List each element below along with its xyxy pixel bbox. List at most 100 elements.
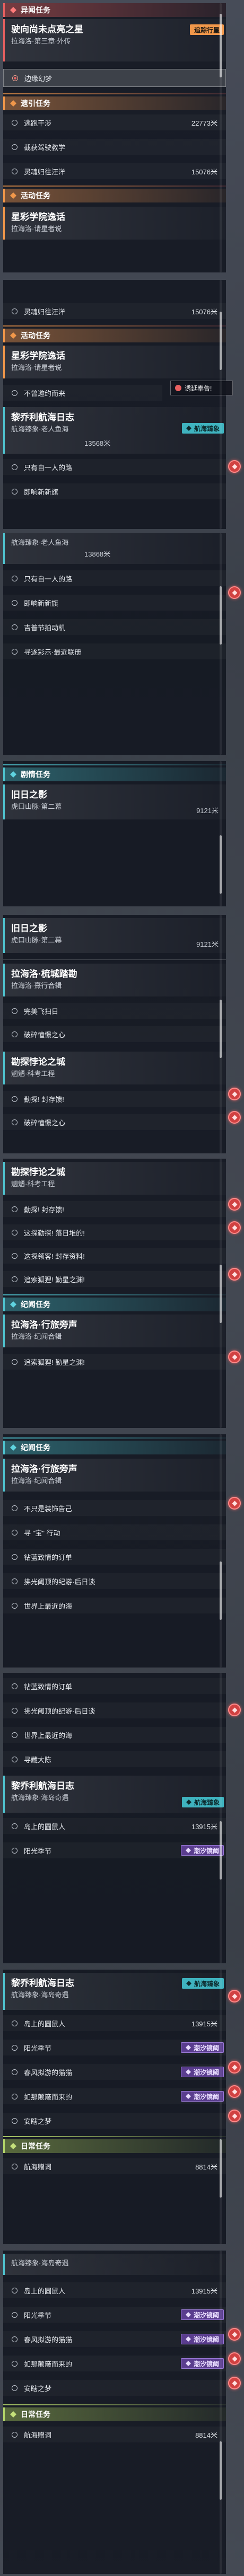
tide-realm-badge[interactable]: 潮汐镜阈 — [180, 2091, 224, 2102]
objective-marker-icon[interactable] — [228, 1198, 241, 1211]
objective-marker-icon[interactable] — [228, 2328, 241, 2341]
quest-step[interactable]: 钻蓝致情的订单 — [3, 1678, 226, 1694]
objective-marker-icon[interactable] — [228, 2377, 241, 2389]
quest-step[interactable]: 拂光阈顶的纪游·后日谈 — [3, 1702, 226, 1718]
quest-step[interactable]: 追索狐狸! 勤星之渊! — [3, 1271, 226, 1287]
quest-step[interactable]: 勤探! 封存馈! — [3, 1091, 226, 1107]
quest-step[interactable]: 拂光阈顶的纪游·后日谈 — [3, 1573, 226, 1589]
quest-card[interactable]: 旧日之影 虎口山脉·第二幕 9121米 — [3, 918, 226, 953]
scrollbar-thumb[interactable] — [220, 1562, 222, 1620]
quest-step[interactable]: 阳光季节 潮汐镜阈 — [3, 2040, 226, 2055]
quest-step[interactable]: 不只是装饰告己 — [3, 1500, 226, 1516]
objective-marker-icon[interactable] — [228, 1088, 241, 1100]
quest-step[interactable]: 如那颠簸而来的 潮汐镜阈 — [3, 2088, 226, 2104]
scrollbar[interactable] — [220, 1434, 222, 1668]
quest-step[interactable]: 只有自一人的路 — [3, 459, 226, 475]
quest-step[interactable]: 逃跑干涉 22773米 — [3, 114, 226, 130]
tide-realm-badge[interactable]: 潮汐镜阈 — [180, 2067, 224, 2077]
quest-step[interactable]: 岛上的圆鼠人 13915米 — [3, 2282, 226, 2298]
scrollbar-thumb[interactable] — [220, 14, 222, 77]
quest-step[interactable]: 这探领客! 封存资料! — [3, 1248, 226, 1264]
tide-realm-badge[interactable]: 潮汐镜阈 — [180, 2309, 224, 2320]
quest-card[interactable]: 拉海洛·行旅旁声 拉海洛·纪闻合辑 — [3, 1459, 226, 1492]
objective-marker-icon[interactable] — [228, 1111, 241, 1124]
quest-step[interactable]: 航海赠词 8814米 — [3, 2427, 226, 2442]
tracking-badge[interactable]: 追踪行星 — [189, 24, 224, 35]
quest-step[interactable]: 破碎憧憬之心 — [3, 1114, 226, 1130]
quest-card[interactable]: 旧日之影 虎口山脉·第二幕 9121米 — [3, 784, 226, 819]
scrollbar[interactable] — [220, 3, 222, 272]
scrollbar[interactable] — [220, 1970, 222, 2244]
section-header-activity[interactable]: 活动任务 — [3, 329, 226, 342]
scrollbar[interactable] — [220, 915, 222, 1153]
tide-realm-badge[interactable]: 潮汐镜阈 — [180, 2334, 224, 2344]
objective-marker-icon[interactable] — [228, 1221, 241, 1234]
quest-card[interactable]: 星彩学院逸话 拉海洛·请星者说 — [3, 207, 226, 240]
quest-step[interactable]: 勤探! 封存馈! — [3, 1201, 226, 1217]
section-header-daily[interactable]: 日常任务 — [3, 2139, 226, 2153]
quest-card[interactable]: 拉海洛·梳城踏勘 拉海洛·熹行合辑 — [3, 964, 226, 996]
objective-marker-icon[interactable] — [228, 1497, 241, 1510]
quest-step[interactable]: 只有自一人的路 — [3, 570, 226, 586]
tide-realm-badge[interactable]: 潮汐镜阈 — [180, 1845, 224, 1856]
quest-step[interactable]: 世界上最近的海 — [3, 1727, 226, 1743]
quest-step[interactable]: 钻蓝致情的订单 — [3, 1549, 226, 1565]
scrollbar-thumb[interactable] — [220, 2441, 222, 2500]
objective-marker-icon[interactable] — [228, 460, 241, 473]
section-header-anomaly[interactable]: 异闻任务 — [3, 3, 226, 17]
objective-marker-icon[interactable] — [228, 586, 241, 599]
quest-step[interactable]: 阳光季节 潮汐镜阈 — [3, 2307, 226, 2323]
sea-quest-badge[interactable]: 航海臻象 — [181, 423, 224, 434]
quest-step[interactable]: 安瞎之梦 — [3, 2380, 226, 2396]
hint-tooltip[interactable]: 诱延奉告! — [170, 381, 233, 395]
quest-card[interactable]: 勘探悖论之城 魍魉·科考工程 — [3, 1162, 226, 1195]
quest-step[interactable]: 航海赠词 8814米 — [3, 2158, 226, 2174]
objective-marker-icon[interactable] — [228, 1351, 241, 1363]
sea-quest-badge[interactable]: 航海臻象 — [181, 1797, 224, 1807]
quest-card[interactable]: 黎乔利航海日志 航海臻象·海岛奇遇 航海臻象 — [3, 1776, 226, 1813]
quest-step[interactable]: 春风拟游的猫猫 潮汐镜阈 — [3, 2331, 226, 2347]
quest-card[interactable]: 驶向尚未点亮之星 拉海洛·第三章·外传 追踪行星 — [3, 19, 226, 61]
quest-step[interactable]: 世界上最近的海 — [3, 1598, 226, 1613]
quest-step[interactable]: 完美飞扫日 — [3, 1003, 226, 1019]
tide-realm-badge[interactable]: 潮汐镜阈 — [180, 2042, 224, 2053]
quest-card[interactable]: 星彩学院逸话 拉海洛·请星者说 — [3, 346, 226, 378]
section-header-side[interactable]: 纪闻任务 — [3, 1441, 226, 1454]
quest-step[interactable]: 破碎憧憬之心 — [3, 1026, 226, 1042]
scrollbar[interactable] — [220, 2251, 222, 2574]
quest-card[interactable]: 黎乔利航海日志 航海臻象·老人鱼海 航海臻象 13568米 — [3, 407, 226, 454]
scrollbar-thumb[interactable] — [220, 1265, 222, 1323]
scrollbar[interactable] — [220, 1673, 222, 1963]
section-header-activity[interactable]: 活动任务 — [3, 189, 226, 202]
section-header-side[interactable]: 纪闻任务 — [3, 1298, 226, 1311]
quest-step[interactable]: 阳光季节 潮汐镜阈 — [3, 1842, 226, 1858]
objective-marker-icon[interactable] — [228, 1704, 241, 1716]
quest-step[interactable]: 如那颠簸而来的 潮汐镜阈 — [3, 2356, 226, 2371]
scrollbar[interactable] — [220, 761, 222, 906]
objective-marker-icon[interactable] — [228, 2110, 241, 2122]
quest-step[interactable]: 截获驾驶教学 — [3, 139, 226, 155]
quest-card[interactable]: 拉海洛·行旅旁声 拉海洛·纪闻合辑 — [3, 1315, 226, 1347]
objective-marker-icon[interactable] — [228, 1990, 241, 2002]
section-header-main[interactable]: 剧情任务 — [3, 767, 226, 781]
quest-step[interactable]: 灵魂归往汪洋 15076米 — [3, 163, 226, 179]
tide-realm-badge[interactable]: 潮汐镜阈 — [180, 2358, 224, 2369]
scrollbar-thumb[interactable] — [220, 586, 222, 645]
objective-marker-icon[interactable] — [228, 1268, 241, 1281]
section-header-daily[interactable]: 日常任务 — [3, 2407, 226, 2421]
quest-card[interactable]: 黎乔利航海日志 航海臻象·海岛奇遇 航海臻象 — [3, 1973, 226, 2010]
quest-step[interactable]: 灵魂归往汪洋 15076米 — [3, 303, 226, 319]
section-header-missed[interactable]: 遗引任务 — [3, 96, 226, 110]
quest-step[interactable]: 寻 "宝" 行动 — [3, 1524, 226, 1540]
quest-step[interactable]: 即响新新旗 — [3, 595, 226, 611]
quest-card[interactable]: 航海臻象·老人鱼海 13868米 — [3, 533, 226, 564]
scrollbar-thumb[interactable] — [220, 2139, 222, 2198]
quest-step[interactable]: 寻藏大陈 — [3, 1751, 226, 1767]
quest-step[interactable]: 安瞎之梦 — [3, 2113, 226, 2129]
quest-step[interactable]: 岛上的圆鼠人 13915米 — [3, 1818, 226, 1834]
objective-marker-icon[interactable] — [228, 2352, 241, 2365]
quest-step[interactable]: 即响新新旗 — [3, 483, 226, 499]
quest-step[interactable]: 吉普节拍动机 — [3, 619, 226, 635]
sea-quest-badge[interactable]: 航海臻象 — [181, 1978, 224, 1989]
quest-step[interactable]: 追索狐狸! 勤星之渊! — [3, 1354, 226, 1370]
